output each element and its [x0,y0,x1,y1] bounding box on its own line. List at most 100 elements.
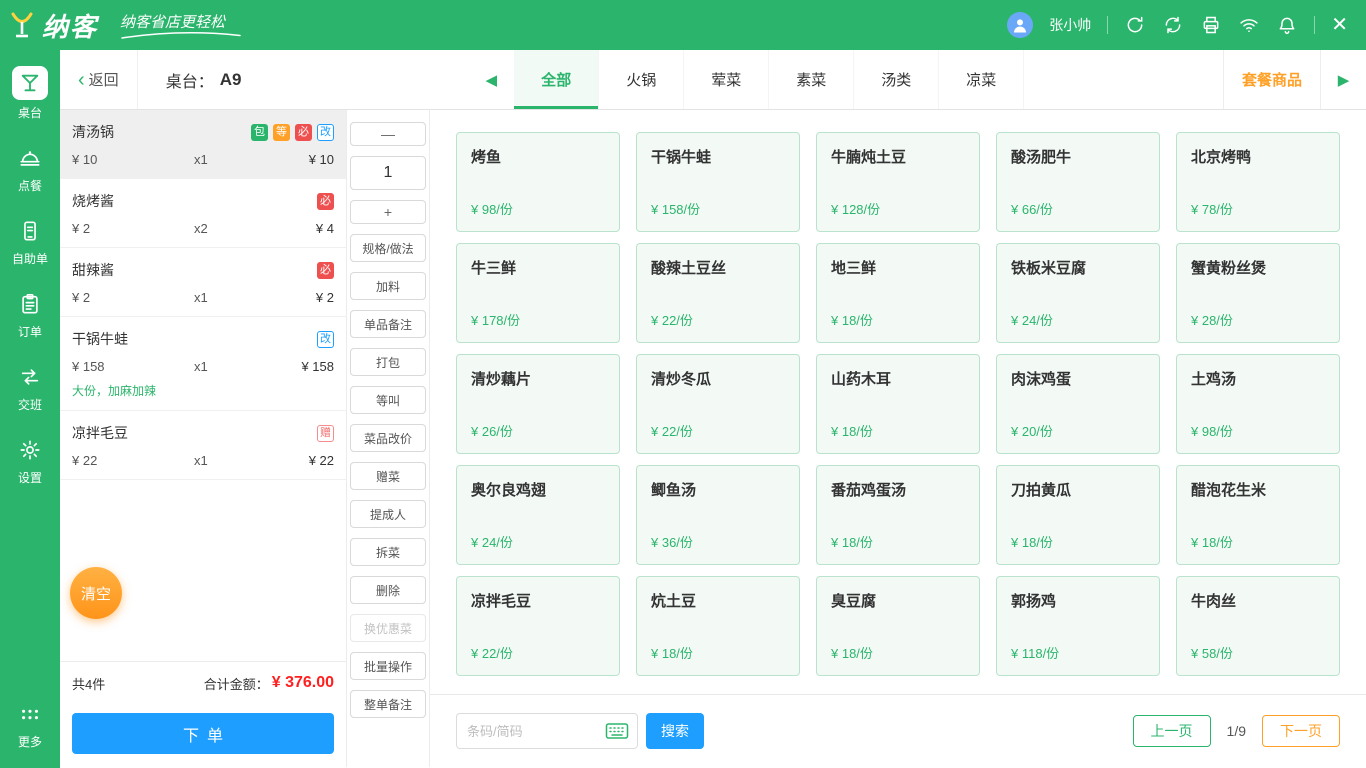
pagination: 上一页 1/9 下一页 [1132,715,1340,747]
order-item[interactable]: 清汤锅 包 等 必 改 ¥ 10 x1 ¥ 10 [60,110,346,179]
sidebar-item-order[interactable]: 点餐 [0,135,60,202]
tabs-scroll-right-icon[interactable]: ▶ [1320,50,1366,109]
user-avatar[interactable] [1007,12,1034,38]
tabs-scroll-left-icon[interactable]: ◀ [468,50,514,109]
prev-page-button[interactable]: 上一页 [1132,715,1211,747]
menu-item-card[interactable]: 牛肉丝 ¥ 58/份 [1176,576,1340,676]
order-item[interactable]: 干锅牛蛙 改 ¥ 158 x1 ¥ 158 大份，加麻加辣 [60,317,346,411]
category-tab[interactable]: 火锅 [599,50,685,109]
menu-item-card[interactable]: 炕土豆 ¥ 18/份 [636,576,800,676]
menu-item-card[interactable]: 土鸡汤 ¥ 98/份 [1176,354,1340,454]
order-item-price: ¥ 22 [72,453,98,468]
order-item-name: 凉拌毛豆 [72,425,128,441]
order-item-qty: x1 [194,152,208,167]
menu-item-card[interactable]: 奥尔良鸡翅 ¥ 24/份 [456,465,620,565]
toolbar-button[interactable]: 批量操作 [350,652,426,680]
sidebar-item-more[interactable]: 更多 [0,691,60,758]
handover-icon[interactable] [1124,14,1146,36]
sidebar-item-tables[interactable]: 桌台 [0,58,60,129]
menu-item-price: ¥ 18/份 [651,646,693,661]
menu-item-name: 番茄鸡蛋汤 [831,482,907,499]
menu-item-name: 奥尔良鸡翅 [471,482,547,499]
menu-item-card[interactable]: 刀拍黄瓜 ¥ 18/份 [996,465,1160,565]
menu-item-card[interactable]: 烤鱼 ¥ 98/份 [456,132,620,232]
toolbar-button[interactable]: 提成人 [350,500,426,528]
menu-item-price: ¥ 22/份 [471,646,513,661]
place-order-button[interactable]: 下单 [72,713,334,754]
menu-item-card[interactable]: 郭扬鸡 ¥ 118/份 [996,576,1160,676]
menu-item-card[interactable]: 番茄鸡蛋汤 ¥ 18/份 [816,465,980,565]
menu-item-card[interactable]: 蟹黄粉丝煲 ¥ 28/份 [1176,243,1340,343]
order-item[interactable]: 烧烤酱 必 ¥ 2 x2 ¥ 4 [60,179,346,248]
toolbar-button[interactable]: 等叫 [350,386,426,414]
category-tab[interactable]: 素菜 [769,50,855,109]
toolbar-button[interactable]: 打包 [350,348,426,376]
menu-item-card[interactable]: 山药木耳 ¥ 18/份 [816,354,980,454]
menu-item-name: 臭豆腐 [831,593,877,610]
keyboard-icon[interactable] [605,721,629,741]
toolbar-button[interactable]: 整单备注 [350,690,426,718]
menu-item-card[interactable]: 牛三鲜 ¥ 178/份 [456,243,620,343]
menu-item-card[interactable]: 清炒藕片 ¥ 26/份 [456,354,620,454]
sidebar-item-self-service[interactable]: 自助单 [0,208,60,275]
menu-item-name: 牛腩炖土豆 [831,149,907,166]
gear-icon [13,435,47,465]
menu-item-card[interactable]: 臭豆腐 ¥ 18/份 [816,576,980,676]
category-tab[interactable]: 荤菜 [684,50,770,109]
toolbar-button[interactable]: 加料 [350,272,426,300]
order-total-value: ¥ 376.00 [271,674,334,691]
category-tab[interactable]: 汤类 [854,50,940,109]
combo-products-button[interactable]: 套餐商品 [1223,50,1320,109]
clear-order-button[interactable]: 清空 [70,567,122,619]
toolbar-button[interactable]: 拆菜 [350,538,426,566]
more-dots-icon [13,699,47,729]
qty-plus-button[interactable]: + [350,200,426,224]
toolbar-button[interactable]: 删除 [350,576,426,604]
menu-item-price: ¥ 28/份 [1191,313,1233,328]
order-item[interactable]: 凉拌毛豆 赠 ¥ 22 x1 ¥ 22 [60,411,346,480]
next-page-button[interactable]: 下一页 [1262,715,1340,747]
toolbar-button[interactable]: 菜品改价 [350,424,426,452]
sidebar-item-orders[interactable]: 订单 [0,281,60,348]
menu-item-card[interactable]: 干锅牛蛙 ¥ 158/份 [636,132,800,232]
toolbar-button[interactable]: 单品备注 [350,310,426,338]
category-tab[interactable]: 全部 [514,50,600,109]
qty-value: 1 [350,156,426,190]
menu-item-card[interactable]: 酸汤肥牛 ¥ 66/份 [996,132,1160,232]
category-tab[interactable]: 凉菜 [939,50,1025,109]
wifi-icon[interactable] [1238,14,1260,36]
toolbar-button[interactable]: 规格/做法 [350,234,426,262]
menu-item-price: ¥ 26/份 [471,424,513,439]
order-item[interactable]: 甜辣酱 必 ¥ 2 x1 ¥ 2 [60,248,346,317]
order-item-qty: x1 [194,290,208,305]
back-button[interactable]: ‹ 返回 [60,50,138,109]
menu-item-card[interactable]: 酸辣土豆丝 ¥ 22/份 [636,243,800,343]
menu-item-card[interactable]: 肉沫鸡蛋 ¥ 20/份 [996,354,1160,454]
sidebar: 桌台 点餐 自助单 订单 交班 设置 更多 [0,50,60,768]
order-panel: 清汤锅 包 等 必 改 ¥ 10 x1 ¥ 10 烧烤酱 必 ¥ 2 x2 ¥ … [60,110,347,767]
search-button[interactable]: 搜索 [646,713,704,749]
sidebar-item-shift[interactable]: 交班 [0,354,60,421]
menu-item-card[interactable]: 凉拌毛豆 ¥ 22/份 [456,576,620,676]
order-total-label: 合计金额： [203,676,269,692]
menu-item-card[interactable]: 清炒冬瓜 ¥ 22/份 [636,354,800,454]
menu-item-card[interactable]: 鲫鱼汤 ¥ 36/份 [636,465,800,565]
menu-item-card[interactable]: 醋泡花生米 ¥ 18/份 [1176,465,1340,565]
menu-item-card[interactable]: 铁板米豆腐 ¥ 24/份 [996,243,1160,343]
notification-bell-icon[interactable] [1276,14,1298,36]
menu-item-card[interactable]: 北京烤鸭 ¥ 78/份 [1176,132,1340,232]
menu-item-name: 肉沫鸡蛋 [1011,371,1072,388]
table-label: 桌台： [165,73,214,91]
menu-item-card[interactable]: 牛腩炖土豆 ¥ 128/份 [816,132,980,232]
close-icon[interactable]: ✕ [1331,15,1348,35]
qty-minus-button[interactable]: — [350,122,426,146]
sync-icon[interactable] [1162,14,1184,36]
menu-item-name: 北京烤鸭 [1191,149,1252,166]
menu-item-card[interactable]: 地三鲜 ¥ 18/份 [816,243,980,343]
order-item-total: ¥ 22 [308,453,334,468]
bell-icon [13,143,47,173]
sidebar-item-settings[interactable]: 设置 [0,427,60,494]
toolbar-button[interactable]: 赠菜 [350,462,426,490]
menu-item-name: 郭扬鸡 [1011,593,1057,610]
printer-icon[interactable] [1200,14,1222,36]
